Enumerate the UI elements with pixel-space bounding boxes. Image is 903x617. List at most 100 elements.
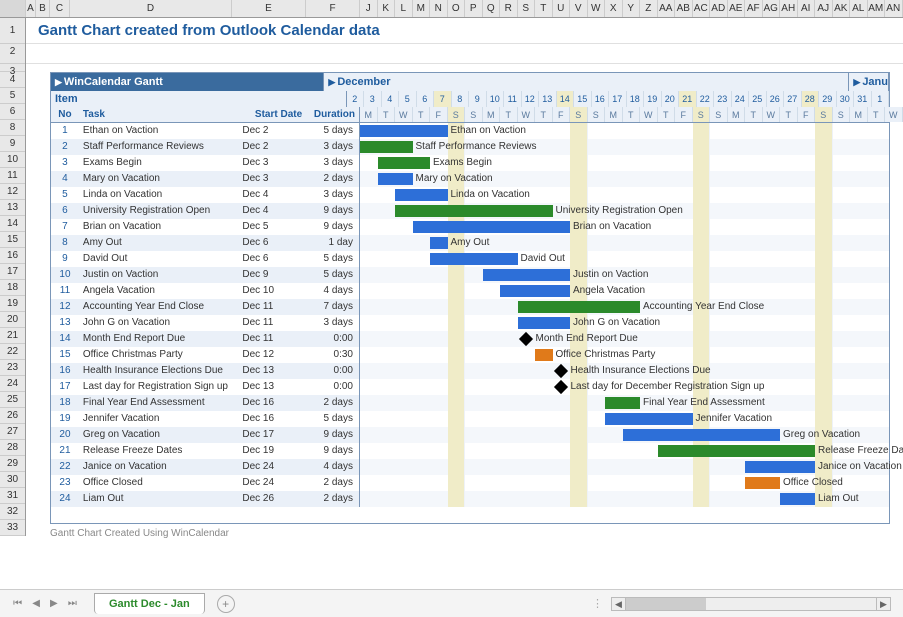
gantt-bar[interactable]: [605, 397, 640, 409]
col-header[interactable]: W: [588, 0, 606, 17]
col-header[interactable]: AE: [728, 0, 746, 17]
col-header[interactable]: L: [395, 0, 413, 17]
month-header-jan[interactable]: ▶Janu: [849, 73, 889, 91]
gantt-bar[interactable]: [360, 141, 413, 153]
select-all-cell[interactable]: [0, 0, 26, 17]
col-header[interactable]: E: [232, 0, 306, 17]
sheet-tab-active[interactable]: Gantt Dec - Jan: [94, 593, 205, 614]
col-header[interactable]: M: [413, 0, 431, 17]
row-header[interactable]: 15: [0, 232, 25, 248]
tab-nav-prev-icon[interactable]: ◀: [32, 598, 40, 609]
row-header[interactable]: 28: [0, 440, 25, 456]
gantt-bar[interactable]: [745, 461, 815, 473]
gantt-bar[interactable]: [430, 237, 448, 249]
row-header[interactable]: 11: [0, 168, 25, 184]
col-header[interactable]: AL: [850, 0, 868, 17]
row-header[interactable]: 31: [0, 488, 25, 504]
row-header[interactable]: 20: [0, 312, 25, 328]
gantt-bar[interactable]: [535, 349, 553, 361]
tab-nav-first-icon[interactable]: ⏮: [13, 598, 22, 609]
gantt-bar[interactable]: [605, 413, 693, 425]
row-header[interactable]: 12: [0, 184, 25, 200]
gantt-bar[interactable]: [500, 285, 570, 297]
col-header[interactable]: P: [465, 0, 483, 17]
row-header[interactable]: 26: [0, 408, 25, 424]
col-header[interactable]: AD: [710, 0, 728, 17]
scroll-thumb[interactable]: [626, 598, 706, 610]
tab-nav-next-icon[interactable]: ▶: [50, 598, 58, 609]
gantt-bar[interactable]: [745, 477, 780, 489]
col-header[interactable]: AG: [763, 0, 781, 17]
col-header[interactable]: AI: [798, 0, 816, 17]
add-sheet-button[interactable]: +: [217, 595, 235, 613]
col-header[interactable]: Y: [623, 0, 641, 17]
gantt-bar[interactable]: [413, 221, 571, 233]
row-header[interactable]: 16: [0, 248, 25, 264]
col-header[interactable]: V: [570, 0, 588, 17]
col-header[interactable]: AH: [780, 0, 798, 17]
row-header[interactable]: 23: [0, 360, 25, 376]
gantt-bar[interactable]: [518, 301, 641, 313]
scroll-left-icon[interactable]: ◀: [612, 598, 626, 610]
gantt-bar[interactable]: [395, 189, 448, 201]
row-header[interactable]: 29: [0, 456, 25, 472]
scroll-right-icon[interactable]: ▶: [876, 598, 890, 610]
col-header[interactable]: C: [50, 0, 70, 17]
col-header[interactable]: T: [535, 0, 553, 17]
horizontal-scrollbar[interactable]: ◀ ▶: [611, 597, 891, 611]
row-header[interactable]: 32: [0, 504, 25, 520]
col-header[interactable]: AC: [693, 0, 711, 17]
gantt-bar[interactable]: [623, 429, 781, 441]
col-header[interactable]: K: [378, 0, 396, 17]
row-header[interactable]: 6: [0, 104, 25, 120]
col-header[interactable]: O: [448, 0, 466, 17]
col-header[interactable]: AB: [675, 0, 693, 17]
row-header[interactable]: 22: [0, 344, 25, 360]
col-header[interactable]: F: [306, 0, 360, 17]
row-header[interactable]: 30: [0, 472, 25, 488]
row-header[interactable]: 33: [0, 520, 25, 536]
row-header[interactable]: 3: [0, 64, 25, 72]
row-header[interactable]: 18: [0, 280, 25, 296]
col-header[interactable]: AN: [885, 0, 903, 17]
col-header[interactable]: Z: [640, 0, 658, 17]
row-header[interactable]: 9: [0, 136, 25, 152]
gantt-bar[interactable]: [378, 157, 431, 169]
row-header[interactable]: 4: [0, 72, 25, 88]
row-header[interactable]: 17: [0, 264, 25, 280]
gantt-bar[interactable]: [378, 173, 413, 185]
row-header[interactable]: 5: [0, 88, 25, 104]
tab-nav-last-icon[interactable]: ⏭: [68, 598, 77, 609]
gantt-bar[interactable]: [395, 205, 553, 217]
row-header[interactable]: 13: [0, 200, 25, 216]
row-header[interactable]: 19: [0, 296, 25, 312]
col-header[interactable]: AA: [658, 0, 676, 17]
col-header[interactable]: Q: [483, 0, 501, 17]
col-header[interactable]: B: [36, 0, 50, 17]
col-header[interactable]: AJ: [815, 0, 833, 17]
row-header[interactable]: 27: [0, 424, 25, 440]
col-header[interactable]: X: [605, 0, 623, 17]
gantt-bar[interactable]: [658, 445, 816, 457]
col-header[interactable]: AM: [868, 0, 886, 17]
gantt-bar[interactable]: [360, 125, 448, 137]
col-header[interactable]: U: [553, 0, 571, 17]
divider-icon[interactable]: ⋮: [592, 597, 603, 610]
col-header[interactable]: AK: [833, 0, 851, 17]
gantt-bar[interactable]: [780, 493, 815, 505]
row-header[interactable]: 21: [0, 328, 25, 344]
row-header[interactable]: 25: [0, 392, 25, 408]
row-header[interactable]: 10: [0, 152, 25, 168]
col-header[interactable]: N: [430, 0, 448, 17]
month-header-dec[interactable]: ▶December: [324, 73, 849, 91]
col-header[interactable]: J: [360, 0, 378, 17]
col-header[interactable]: A: [26, 0, 36, 17]
gantt-bar[interactable]: [430, 253, 518, 265]
col-header[interactable]: R: [500, 0, 518, 17]
col-header[interactable]: AF: [745, 0, 763, 17]
gantt-bar[interactable]: [518, 317, 571, 329]
row-header[interactable]: 14: [0, 216, 25, 232]
row-header[interactable]: 2: [0, 44, 25, 64]
col-header[interactable]: S: [518, 0, 536, 17]
gantt-bar[interactable]: [483, 269, 571, 281]
